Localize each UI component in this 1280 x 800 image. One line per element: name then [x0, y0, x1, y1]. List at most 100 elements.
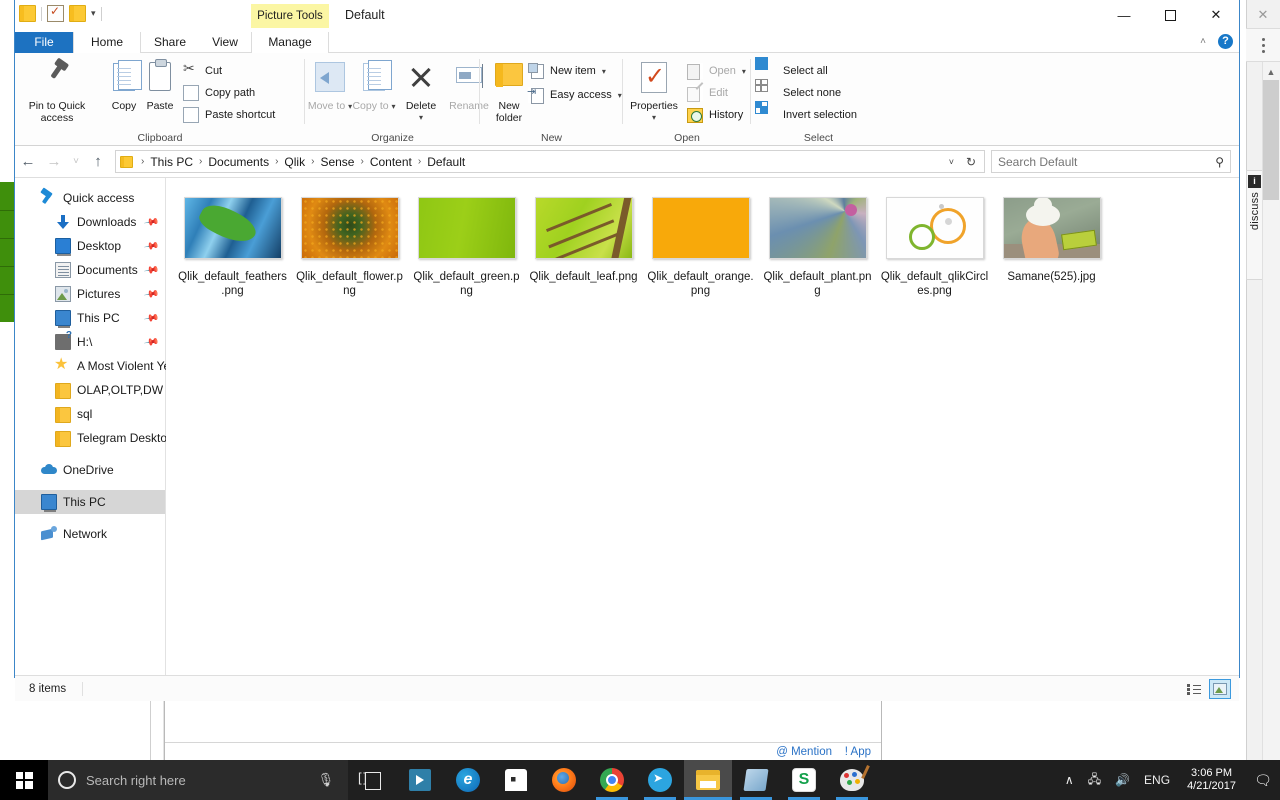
breadcrumb-content[interactable]: Content [368, 155, 414, 169]
chevron-down-icon[interactable]: ▾ [91, 8, 96, 19]
taskbar-app-file-explorer[interactable] [684, 760, 732, 800]
sidebar-item-olap-oltp-dw[interactable]: OLAP,OLTP,DW [15, 378, 165, 402]
open-button[interactable]: Open ▾ [687, 61, 746, 81]
pin-to-quick-access-button[interactable]: Pin to Quick access [21, 57, 93, 124]
recent-locations-icon[interactable]: ˅ [67, 149, 85, 175]
sidebar-item-documents[interactable]: Documents 📌 [15, 258, 165, 282]
list-item[interactable]: Qlik_default_flower.png [291, 188, 408, 298]
paste-button[interactable]: Paste [129, 57, 191, 112]
cut-button[interactable]: Cut [183, 60, 222, 81]
sidebar-item-a-most-violent-year[interactable]: A Most Violent Year [15, 354, 181, 378]
sidebar-item-onedrive[interactable]: OneDrive [15, 458, 165, 482]
paste-shortcut-button[interactable]: Paste shortcut [183, 105, 275, 125]
taskbar-app-firefox[interactable] [540, 760, 588, 800]
list-item[interactable]: Qlik_default_plant.png [759, 188, 876, 298]
task-view-button[interactable] [348, 760, 396, 800]
mention-link[interactable]: @ Mention [776, 746, 832, 758]
taskbar-app-movies-tv[interactable] [396, 760, 444, 800]
back-button[interactable]: ← [15, 149, 41, 175]
thumbnails-view-button[interactable] [1209, 678, 1231, 699]
list-item[interactable]: Qlik_default_qlikCircles.png [876, 188, 993, 298]
sidebar-item-downloads[interactable]: Downloads 📌 [15, 210, 165, 234]
clock[interactable]: 3:06 PM 4/21/2017 [1177, 767, 1246, 793]
tab-home[interactable]: Home [73, 32, 141, 53]
sidebar-item-this-pc[interactable]: This PC [15, 490, 165, 514]
edit-button[interactable]: Edit [687, 83, 728, 103]
tab-view[interactable]: View [199, 32, 251, 53]
breadcrumb-documents[interactable]: Documents [206, 155, 271, 169]
action-center-icon[interactable]: 🗨 [1246, 760, 1280, 800]
search-icon[interactable]: ⚲ [1215, 155, 1224, 169]
scroll-up-icon[interactable]: ▲ [1263, 64, 1279, 80]
breadcrumb-sense[interactable]: Sense [318, 155, 356, 169]
properties-button[interactable]: Properties ▾ [625, 57, 683, 124]
volume-tray-icon[interactable]: 🔊 [1108, 773, 1137, 787]
taskbar-app-chrome[interactable] [588, 760, 636, 800]
network-tray-icon[interactable]: 🖧 [1081, 770, 1108, 791]
taskbar-search[interactable]: Search right here 🎙 [48, 760, 348, 800]
tab-file[interactable]: File [15, 32, 73, 53]
file-list-pane[interactable]: Qlik_default_feathers.png Qlik_default_f… [166, 178, 1239, 675]
breadcrumb-default[interactable]: Default [425, 155, 467, 169]
close-icon[interactable]: ✕ [1250, 4, 1276, 26]
more-options-icon[interactable] [1246, 28, 1280, 62]
address-dropdown-icon[interactable]: ˅ [949, 157, 954, 167]
copy-to-button[interactable]: Copy to ▾ [351, 57, 397, 113]
delete-button[interactable]: Delete ▾ [397, 57, 445, 124]
language-indicator[interactable]: ENG [1137, 773, 1177, 787]
list-item[interactable]: Qlik_default_green.png [408, 188, 525, 298]
details-view-button[interactable] [1183, 679, 1205, 699]
collapse-ribbon-icon[interactable]: ˄ [1200, 36, 1206, 47]
cortana-circle-icon[interactable] [58, 771, 76, 789]
list-item[interactable]: Qlik_default_feathers.png [174, 188, 291, 298]
search-field[interactable] [998, 154, 1224, 169]
sidebar-item-this-pc-quick[interactable]: This PC 📌 [15, 306, 165, 330]
breadcrumb-qlik[interactable]: Qlik [282, 155, 307, 169]
show-hidden-icons-chevron[interactable]: ∧ [1058, 773, 1081, 787]
search-input[interactable]: ⚲ [991, 150, 1231, 173]
maximize-button[interactable] [1147, 0, 1193, 30]
list-item[interactable]: Qlik_default_orange.png [642, 188, 759, 298]
discuss-panel-tab[interactable]: i discuss [1246, 170, 1262, 280]
start-button[interactable] [0, 760, 48, 800]
breadcrumb[interactable]: › This PC › Documents › Qlik › Sense › C… [115, 150, 985, 173]
invert-selection-button[interactable]: Invert selection [754, 100, 857, 125]
taskbar-app-skype[interactable] [780, 760, 828, 800]
sidebar-item-sql[interactable]: sql [15, 402, 165, 426]
select-none-button[interactable]: Select none [754, 78, 841, 103]
minimize-button[interactable]: — [1101, 0, 1147, 30]
new-folder-icon[interactable] [69, 5, 86, 22]
tab-manage[interactable]: Manage [251, 32, 329, 53]
list-item[interactable]: Samane(525).jpg [993, 188, 1110, 298]
taskbar-app-store[interactable] [492, 760, 540, 800]
folder-icon[interactable] [19, 5, 36, 22]
sidebar-item-pictures[interactable]: Pictures 📌 [15, 282, 165, 306]
easy-access-button[interactable]: Easy access ▾ [527, 85, 622, 105]
move-to-button[interactable]: Move to ▾ [307, 57, 353, 113]
sidebar-item-quick-access[interactable]: Quick access [15, 186, 165, 210]
select-all-button[interactable]: Select all [754, 56, 828, 81]
history-button[interactable]: History [687, 105, 743, 125]
list-item[interactable]: Qlik_default_leaf.png [525, 188, 642, 298]
app-link[interactable]: ! App [845, 746, 871, 758]
taskbar-app-edge[interactable]: e [444, 760, 492, 800]
tab-share[interactable]: Share [141, 32, 199, 53]
breadcrumb-this-pc[interactable]: This PC [148, 155, 195, 169]
refresh-icon[interactable]: ↻ [966, 155, 976, 169]
sidebar-item-desktop[interactable]: Desktop 📌 [15, 234, 165, 258]
scrollbar-thumb[interactable] [1263, 80, 1279, 200]
sidebar-item-network[interactable]: Network [15, 522, 165, 546]
help-icon[interactable]: ? [1218, 34, 1233, 49]
taskbar-app-paint[interactable] [828, 760, 876, 800]
up-button[interactable]: ↑ [85, 149, 111, 175]
forward-button[interactable]: → [41, 149, 67, 175]
new-item-button[interactable]: New item ▾ [528, 61, 606, 81]
taskbar-app-telegram[interactable] [636, 760, 684, 800]
close-button[interactable]: ✕ [1193, 0, 1239, 30]
copy-path-button[interactable]: Copy path [183, 83, 255, 103]
properties-check-icon[interactable] [47, 4, 64, 22]
taskbar-app-onenote[interactable] [732, 760, 780, 800]
microphone-icon[interactable]: 🎙 [317, 772, 334, 788]
sidebar-item-telegram-desktop[interactable]: Telegram Desktop [15, 426, 174, 450]
sidebar-item-h-drive[interactable]: H:\ 📌 [15, 330, 165, 354]
